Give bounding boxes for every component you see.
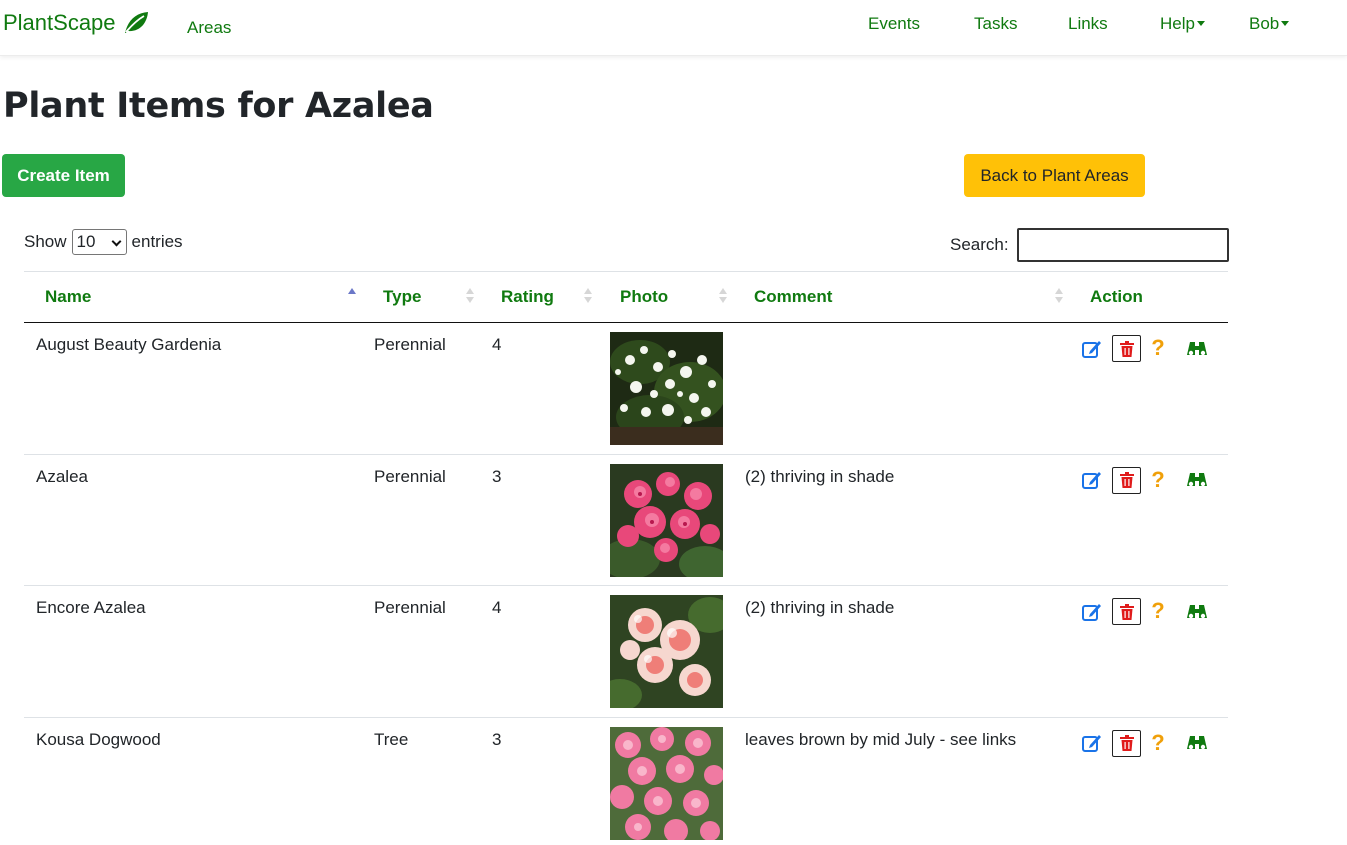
row-actions: ? <box>1081 466 1221 495</box>
cell-type: Perennial <box>374 466 446 486</box>
sort-icon <box>719 288 727 304</box>
sort-icon <box>1055 288 1063 304</box>
trash-icon[interactable] <box>1112 598 1141 625</box>
plant-photo[interactable] <box>610 595 723 708</box>
entries-select[interactable]: 10 <box>71 229 127 255</box>
nav-user-label: Bob <box>1249 14 1280 33</box>
cell-type: Tree <box>374 729 409 749</box>
plant-items-table: Name Type Rating Photo Comment Action Au… <box>24 271 1228 845</box>
cell-name: August Beauty Gardenia <box>36 335 222 354</box>
cell-name: Kousa Dogwood <box>36 729 161 749</box>
brand-link[interactable]: PlantScape <box>3 10 150 36</box>
cell-comment: (2) thriving in shade <box>745 598 895 617</box>
table-search: Search: <box>950 228 1229 262</box>
row-actions: ? <box>1081 598 1221 626</box>
create-item-button[interactable]: Create Item <box>2 154 125 197</box>
search-input[interactable] <box>1016 228 1229 262</box>
table-header: Name Type Rating Photo Comment Action <box>24 272 1228 323</box>
row-actions: ? <box>1081 335 1221 363</box>
column-header-type[interactable]: Type <box>383 287 421 307</box>
binoculars-icon[interactable] <box>1185 598 1209 624</box>
edit-icon[interactable] <box>1081 598 1103 624</box>
nav-areas-link[interactable]: Areas <box>187 18 231 38</box>
column-header-comment[interactable]: Comment <box>754 287 832 307</box>
question-icon[interactable]: ? <box>1148 730 1168 756</box>
sort-icon <box>584 288 592 304</box>
show-label: Show <box>24 232 67 251</box>
nav-help-dropdown[interactable]: Help <box>1160 14 1205 34</box>
cell-type: Perennial <box>374 335 446 354</box>
sort-icon <box>466 288 474 304</box>
binoculars-icon[interactable] <box>1185 730 1209 756</box>
table-row: August Beauty Gardenia Perennial 4 ? <box>24 323 1228 455</box>
edit-icon[interactable] <box>1081 730 1103 756</box>
page-title: Plant Items for Azalea <box>3 86 434 126</box>
entries-label: entries <box>131 232 183 251</box>
leaf-icon <box>124 12 148 33</box>
cell-name: Azalea <box>36 466 88 486</box>
plant-photo[interactable] <box>610 726 723 840</box>
trash-icon[interactable] <box>1112 335 1141 362</box>
plant-photo[interactable] <box>610 332 723 445</box>
chevron-down-icon <box>1196 21 1205 26</box>
table-row: Kousa Dogwood Tree 3 leaves brown by mid… <box>24 718 1228 845</box>
cell-name: Encore Azalea <box>36 598 146 617</box>
column-header-photo[interactable]: Photo <box>620 287 668 307</box>
back-to-plant-areas-button[interactable]: Back to Plant Areas <box>964 154 1145 197</box>
search-label: Search: <box>950 235 1009 254</box>
cell-rating: 3 <box>492 466 502 486</box>
nav-links-link[interactable]: Links <box>1068 14 1108 34</box>
binoculars-icon[interactable] <box>1185 335 1209 361</box>
edit-icon[interactable] <box>1081 335 1103 361</box>
nav-events-link[interactable]: Events <box>868 14 920 34</box>
column-header-rating[interactable]: Rating <box>501 287 554 307</box>
cell-rating: 3 <box>492 729 502 749</box>
plant-photo[interactable] <box>610 463 723 577</box>
cell-rating: 4 <box>492 598 502 617</box>
binoculars-icon[interactable] <box>1185 467 1209 493</box>
chevron-down-icon <box>1281 21 1290 26</box>
table-row: Azalea Perennial 3 (2) thriving in shade… <box>24 455 1228 586</box>
cell-comment: leaves brown by mid July - see links <box>745 729 1017 749</box>
entries-length-control: Show 10 entries <box>24 229 183 255</box>
question-icon[interactable]: ? <box>1148 598 1168 624</box>
row-actions: ? <box>1081 729 1221 758</box>
chevron-down-icon <box>111 236 121 247</box>
table-row: Encore Azalea Perennial 4 (2) thriving i… <box>24 586 1228 718</box>
entries-select-value: 10 <box>76 232 96 251</box>
cell-rating: 4 <box>492 335 502 354</box>
column-header-action: Action <box>1090 287 1143 306</box>
nav-user-dropdown[interactable]: Bob <box>1249 14 1290 34</box>
nav-help-label: Help <box>1160 14 1195 33</box>
edit-icon[interactable] <box>1081 467 1103 493</box>
cell-type: Perennial <box>374 598 446 617</box>
column-header-name[interactable]: Name <box>45 287 91 307</box>
sort-asc-icon <box>348 288 356 304</box>
question-icon[interactable]: ? <box>1148 335 1168 361</box>
nav-tasks-link[interactable]: Tasks <box>974 14 1017 34</box>
brand-name: PlantScape <box>3 10 116 35</box>
top-navbar: PlantScape Areas Events Tasks Links Help… <box>0 0 1347 56</box>
cell-comment: (2) thriving in shade <box>745 466 895 486</box>
trash-icon[interactable] <box>1112 466 1141 494</box>
question-icon[interactable]: ? <box>1148 467 1168 493</box>
trash-icon[interactable] <box>1112 729 1141 757</box>
